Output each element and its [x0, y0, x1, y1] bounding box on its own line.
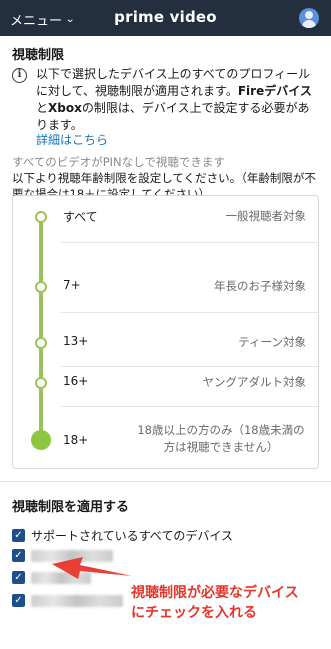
annotation-text: 視聴制限が必要なデバイス にチェックを入れる [131, 583, 299, 623]
annotation-line-2: にチェックを入れる [131, 605, 257, 621]
annotation-line-1: 視聴制限が必要なデバイス [131, 585, 299, 601]
annotation-arrow [52, 557, 132, 579]
